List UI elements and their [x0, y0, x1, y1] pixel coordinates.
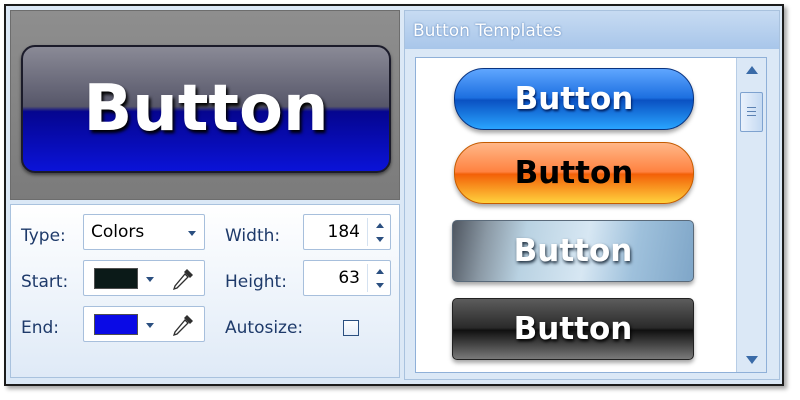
- spin-up-icon[interactable]: [376, 269, 384, 274]
- scroll-up-icon[interactable]: [746, 66, 758, 74]
- template-item-blue[interactable]: Button: [454, 68, 694, 130]
- templates-list: Button Button Button Button: [415, 57, 767, 373]
- template-label: Button: [514, 81, 634, 117]
- width-value: 184: [327, 222, 360, 242]
- scroll-thumb[interactable]: [740, 92, 763, 132]
- width-label: Width:: [225, 226, 281, 246]
- button-preview-area: Button: [10, 10, 400, 200]
- template-item-photo-dark[interactable]: Button: [452, 298, 694, 360]
- spinner-separator: [367, 218, 368, 246]
- autosize-checkbox[interactable]: [343, 320, 359, 336]
- spin-down-icon[interactable]: [376, 237, 384, 242]
- properties-panel: Type: Colors Width: 184 Start: Height: 6…: [10, 204, 400, 378]
- end-color-picker[interactable]: [83, 306, 205, 342]
- autosize-label: Autosize:: [225, 318, 304, 338]
- template-item-orange[interactable]: Button: [454, 142, 694, 204]
- chevron-down-icon[interactable]: [146, 323, 154, 328]
- preview-button[interactable]: Button: [21, 45, 391, 173]
- chevron-down-icon[interactable]: [146, 277, 154, 282]
- grip-line: [747, 111, 756, 112]
- spin-down-icon[interactable]: [376, 283, 384, 288]
- height-label: Height:: [225, 272, 287, 292]
- template-label: Button: [513, 233, 633, 269]
- height-spinner[interactable]: 63: [303, 260, 391, 296]
- type-dropdown[interactable]: Colors: [83, 214, 205, 250]
- type-label: Type:: [21, 226, 66, 246]
- preview-button-label: Button: [83, 72, 329, 146]
- start-label: Start:: [21, 272, 69, 292]
- templates-title: Button Templates: [413, 21, 562, 41]
- templates-scrollbar[interactable]: [736, 58, 766, 372]
- button-designer-window: Button Type: Colors Width: 184 Start: He…: [4, 4, 784, 386]
- grip-line: [747, 107, 756, 108]
- type-dropdown-value: Colors: [91, 222, 145, 242]
- start-color-swatch: [94, 268, 138, 289]
- spin-up-icon[interactable]: [376, 223, 384, 228]
- chevron-down-icon: [188, 231, 196, 236]
- end-label: End:: [21, 318, 60, 338]
- template-item-photo-light[interactable]: Button: [452, 220, 694, 282]
- template-label: Button: [514, 155, 634, 191]
- scroll-down-icon[interactable]: [746, 356, 758, 364]
- grip-line: [747, 115, 756, 116]
- height-value: 63: [338, 268, 360, 288]
- start-color-picker[interactable]: [83, 260, 205, 296]
- end-color-swatch: [94, 314, 138, 335]
- width-spinner[interactable]: 184: [303, 214, 391, 250]
- spinner-separator: [367, 264, 368, 292]
- eyedropper-icon[interactable]: [170, 312, 196, 338]
- button-templates-panel: Button Templates Button Button Button Bu…: [404, 10, 780, 380]
- eyedropper-icon[interactable]: [170, 266, 196, 292]
- template-label: Button: [513, 311, 633, 347]
